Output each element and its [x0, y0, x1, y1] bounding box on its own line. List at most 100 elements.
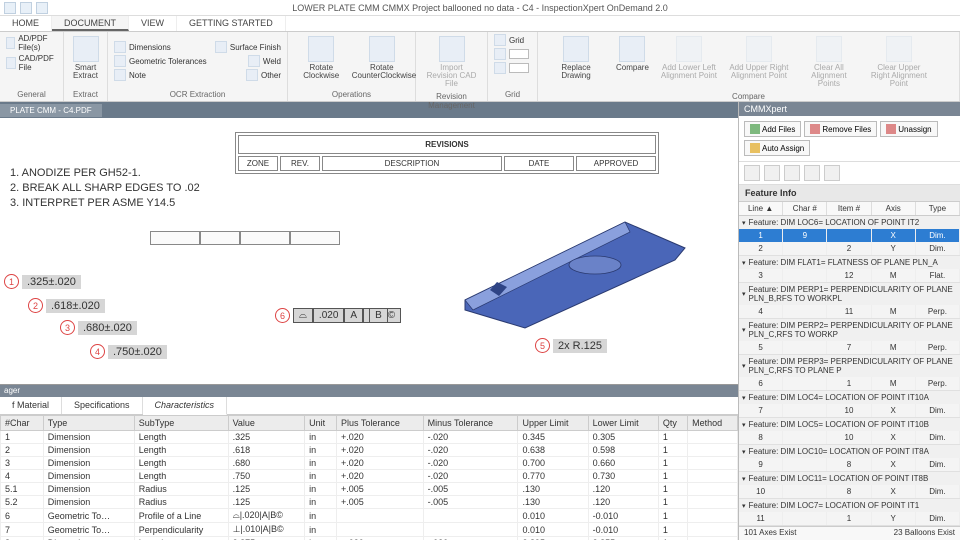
balloon-4[interactable]: 4.750±.020 — [90, 344, 167, 359]
char-col[interactable]: Upper Limit — [518, 416, 588, 431]
add-files-button[interactable]: Add Files — [744, 121, 801, 137]
clear-ur-align-button[interactable]: Clear Upper Right Alignment Point — [867, 34, 931, 90]
char-col[interactable]: Qty — [658, 416, 687, 431]
revision-table: REVISIONS ZONE REV. DESCRIPTION DATE APP… — [235, 132, 659, 174]
characteristics-grid[interactable]: #CharTypeSubTypeValueUnitPlus ToleranceM… — [0, 415, 738, 540]
tab-getting-started[interactable]: GETTING STARTED — [177, 16, 286, 31]
ocr-note-button[interactable]: NoteOther — [114, 69, 281, 81]
feature-row[interactable]: 810XDim. — [739, 431, 960, 444]
tool-3-icon[interactable] — [784, 165, 800, 181]
add-pdf-files-button[interactable]: AD/PDF File(s) — [6, 34, 57, 52]
feature-info-title: Feature Info — [739, 185, 960, 202]
feature-row[interactable]: 411MPerp. — [739, 305, 960, 318]
clear-align-icon — [816, 36, 842, 62]
align-ur-icon — [746, 36, 772, 62]
feature-row[interactable]: 61MPerp. — [739, 377, 960, 390]
feature-header[interactable]: ▾Feature: DIM FLAT1= FLATNESS OF PLANE P… — [739, 256, 960, 269]
compare-button[interactable]: Compare — [614, 34, 651, 90]
char-col[interactable]: Type — [43, 416, 134, 431]
balloon-2[interactable]: 2.618±.020 — [28, 298, 105, 313]
balloon-1[interactable]: 1.325±.020 — [4, 274, 81, 289]
qat-save-icon[interactable] — [4, 2, 16, 14]
char-row[interactable]: 6Geometric To…Profile of a Line⌓|.020|A|… — [1, 509, 738, 523]
cad-pdf-file-button[interactable]: CAD/PDF File — [6, 54, 57, 72]
chevron-down-icon: ▾ — [742, 421, 746, 429]
feature-header[interactable]: ▾Feature: DIM PERP3= PERPENDICULARITY OF… — [739, 355, 960, 377]
char-row[interactable]: 4DimensionLength.750in+.020-.0200.7700.7… — [1, 470, 738, 483]
char-col[interactable]: Value — [228, 416, 305, 431]
feature-row[interactable]: 98XDim. — [739, 458, 960, 471]
feature-header[interactable]: ▾Feature: DIM LOC7= LOCATION OF POINT IT… — [739, 499, 960, 512]
ocr-dimensions-button[interactable]: DimensionsSurface Finish — [114, 41, 281, 53]
ocr-geotol-button[interactable]: Geometric TolerancesWeld — [114, 55, 281, 67]
feature-row[interactable]: 19XDim. — [739, 229, 960, 242]
unassign-button[interactable]: Unassign — [880, 121, 937, 137]
smart-extract-button[interactable]: Smart Extract — [70, 34, 101, 88]
char-row[interactable]: 2DimensionLength.618in+.020-.0200.6380.5… — [1, 444, 738, 457]
feature-row[interactable]: 22YDim. — [739, 242, 960, 255]
feature-row[interactable]: 111YDim. — [739, 512, 960, 525]
grid-toggle[interactable]: Grid — [494, 34, 531, 46]
feature-header[interactable]: ▾Feature: DIM LOC5= LOCATION OF POINT IT… — [739, 418, 960, 431]
import-revision-button[interactable]: Import Revision CAD File — [422, 34, 481, 90]
char-row[interactable]: 3DimensionLength.680in+.020-.0200.7000.6… — [1, 457, 738, 470]
feature-info-body[interactable]: ▾Feature: DIM LOC6= LOCATION OF POINT IT… — [739, 216, 960, 526]
char-col[interactable]: Method — [688, 416, 738, 431]
feature-header[interactable]: ▾Feature: DIM PERP2= PERPENDICULARITY OF… — [739, 319, 960, 341]
feature-header[interactable]: ▾Feature: DIM LOC11= LOCATION OF POINT I… — [739, 472, 960, 485]
feature-header[interactable]: ▾Feature: DIM LOC10= LOCATION OF POINT I… — [739, 445, 960, 458]
add-lower-left-button[interactable]: Add Lower Left Alignment Point — [657, 34, 721, 90]
char-row[interactable]: 1DimensionLength.325in+.020-.0200.3450.3… — [1, 431, 738, 444]
char-row[interactable]: 5.1DimensionRadius.125in+.005-.005.130.1… — [1, 483, 738, 496]
grid-select-1[interactable] — [494, 48, 531, 60]
balloon-6[interactable]: 6 ⌓ .020 A B© — [275, 308, 401, 323]
tab-view[interactable]: VIEW — [129, 16, 177, 31]
char-col[interactable]: Lower Limit — [588, 416, 658, 431]
tab-material[interactable]: f Material — [0, 397, 62, 414]
tab-characteristics[interactable]: Characteristics — [143, 397, 228, 415]
remove-files-button[interactable]: Remove Files — [804, 121, 877, 137]
drawing-canvas[interactable]: REVISIONS ZONE REV. DESCRIPTION DATE APP… — [0, 118, 738, 384]
qat-undo-icon[interactable] — [20, 2, 32, 14]
add-upper-right-button[interactable]: Add Upper Right Alignment Point — [727, 34, 791, 90]
feature-header[interactable]: ▾Feature: DIM PERP1= PERPENDICULARITY OF… — [739, 283, 960, 305]
balloon-5[interactable]: 52x R.125 — [535, 338, 607, 353]
chevron-down-icon: ▾ — [742, 394, 746, 402]
qat-redo-icon[interactable] — [36, 2, 48, 14]
tab-specifications[interactable]: Specifications — [62, 397, 143, 414]
char-row[interactable]: 5.2DimensionRadius.125in+.005-.005.130.1… — [1, 496, 738, 509]
tool-2-icon[interactable] — [764, 165, 780, 181]
char-col[interactable]: #Char — [1, 416, 44, 431]
feature-row[interactable]: 57MPerp. — [739, 341, 960, 354]
profile-line-icon: ⌓ — [293, 308, 313, 323]
feature-group: ▾Feature: DIM FLAT1= FLATNESS OF PLANE P… — [739, 256, 960, 283]
balloon-3[interactable]: 3.680±.020 — [60, 320, 137, 335]
char-panel-title: ager — [0, 385, 738, 397]
replace-drawing-button[interactable]: Replace Drawing — [544, 34, 608, 90]
tab-document[interactable]: DOCUMENT — [52, 16, 129, 31]
tab-home[interactable]: HOME — [0, 16, 52, 31]
tool-4-icon[interactable] — [804, 165, 820, 181]
char-col[interactable]: Unit — [305, 416, 337, 431]
char-col[interactable]: SubType — [134, 416, 228, 431]
tool-5-icon[interactable] — [824, 165, 840, 181]
feature-row[interactable]: 312MFlat. — [739, 269, 960, 282]
char-row[interactable]: 8DimensionLength2.875in+.020-.0202.8952.… — [1, 537, 738, 540]
dropdown-icon — [494, 48, 506, 60]
tool-1-icon[interactable] — [744, 165, 760, 181]
feature-header[interactable]: ▾Feature: DIM LOC4= LOCATION OF POINT IT… — [739, 391, 960, 404]
char-row[interactable]: 7Geometric To…Perpendicularity⊥|.010|A|B… — [1, 523, 738, 537]
char-col[interactable]: Plus Tolerance — [337, 416, 424, 431]
grid-select-2[interactable] — [494, 62, 531, 74]
char-col[interactable]: Minus Tolerance — [423, 416, 518, 431]
auto-assign-button[interactable]: Auto Assign — [744, 140, 810, 156]
feature-group: ▾Feature: DIM LOC10= LOCATION OF POINT I… — [739, 445, 960, 472]
feature-row[interactable]: 108XDim. — [739, 485, 960, 498]
feature-header[interactable]: ▾Feature: DIM LOC6= LOCATION OF POINT IT… — [739, 216, 960, 229]
chevron-down-icon: ▾ — [742, 290, 746, 298]
feature-row[interactable]: 710XDim. — [739, 404, 960, 417]
rotate-ccw-button[interactable]: Rotate CounterClockwise — [355, 34, 410, 88]
document-tab[interactable]: PLATE CMM - C4.PDF — [0, 104, 102, 117]
rotate-cw-button[interactable]: Rotate Clockwise — [294, 34, 349, 88]
clear-all-align-button[interactable]: Clear All Alignment Points — [797, 34, 861, 90]
